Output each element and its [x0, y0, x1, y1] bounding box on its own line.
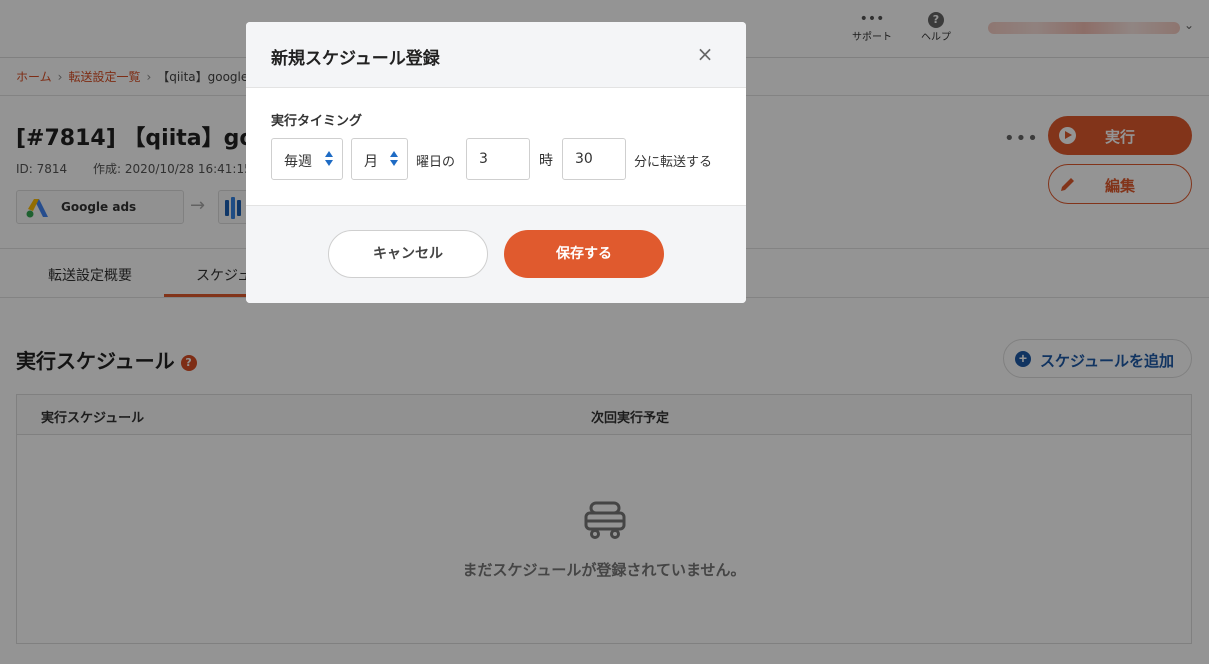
weekday-suffix: 曜日の	[416, 155, 456, 170]
save-button[interactable]: 保存する	[504, 230, 664, 278]
frequency-select[interactable]: 毎週	[271, 138, 343, 180]
modal-title: 新規スケジュール登録	[271, 49, 440, 69]
hour-input[interactable]	[466, 138, 530, 180]
close-icon[interactable]: ×	[694, 44, 716, 66]
hour-suffix: 時	[539, 153, 553, 169]
minute-suffix: 分に転送する	[634, 155, 713, 170]
select-arrows-icon	[325, 151, 333, 167]
new-schedule-modal: 新規スケジュール登録 × 実行タイミング 毎週 月 曜日の 時 分に転送する キ…	[246, 22, 746, 303]
weekday-select[interactable]: 月	[351, 138, 408, 180]
modal-body: 実行タイミング 毎週 月 曜日の 時 分に転送する	[246, 89, 746, 205]
frequency-value: 毎週	[284, 154, 312, 170]
timing-label: 実行タイミング	[271, 114, 363, 129]
modal-footer: キャンセル 保存する	[246, 205, 746, 303]
minute-input[interactable]	[562, 138, 626, 180]
modal-header: 新規スケジュール登録 ×	[246, 22, 746, 88]
weekday-value: 月	[364, 154, 378, 170]
select-arrows-icon	[390, 151, 398, 167]
cancel-button[interactable]: キャンセル	[328, 230, 488, 278]
